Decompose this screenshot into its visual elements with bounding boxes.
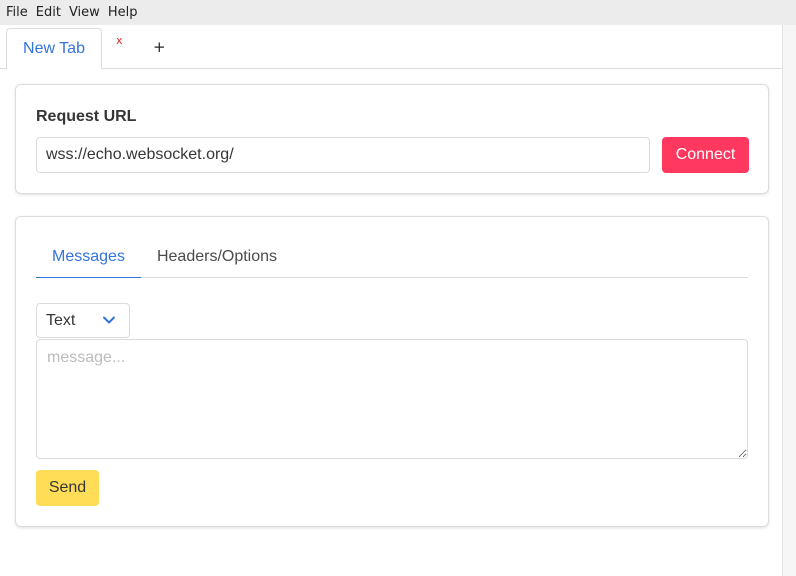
message-textarea[interactable] <box>36 339 748 459</box>
menu-bar: File Edit View Help <box>0 0 796 25</box>
add-tab-button[interactable]: + <box>153 38 166 56</box>
message-tabs: Messages Headers/Options <box>36 237 748 278</box>
chevron-down-icon <box>103 316 115 324</box>
url-input[interactable] <box>36 137 650 173</box>
menu-view[interactable]: View <box>65 0 104 25</box>
tab-messages[interactable]: Messages <box>36 237 141 278</box>
format-select[interactable]: Text <box>36 303 130 338</box>
tab-bar: New Tab x + <box>0 25 782 70</box>
tab-label: New Tab <box>23 40 85 57</box>
tab-headers-options[interactable]: Headers/Options <box>141 237 293 278</box>
messages-card: Messages Headers/Options Text Send <box>15 216 769 527</box>
send-button[interactable]: Send <box>36 470 99 506</box>
request-url-label: Request URL <box>36 108 137 125</box>
menu-help[interactable]: Help <box>104 0 142 25</box>
tab-new[interactable]: New Tab <box>6 28 102 70</box>
menu-edit[interactable]: Edit <box>32 0 65 25</box>
tab-close-button[interactable]: x <box>116 34 123 47</box>
vertical-scrollbar[interactable] <box>782 25 796 576</box>
menu-file[interactable]: File <box>2 0 32 25</box>
request-card: Request URL Connect <box>15 84 769 194</box>
connect-button[interactable]: Connect <box>662 137 749 173</box>
format-select-value: Text <box>46 312 76 329</box>
